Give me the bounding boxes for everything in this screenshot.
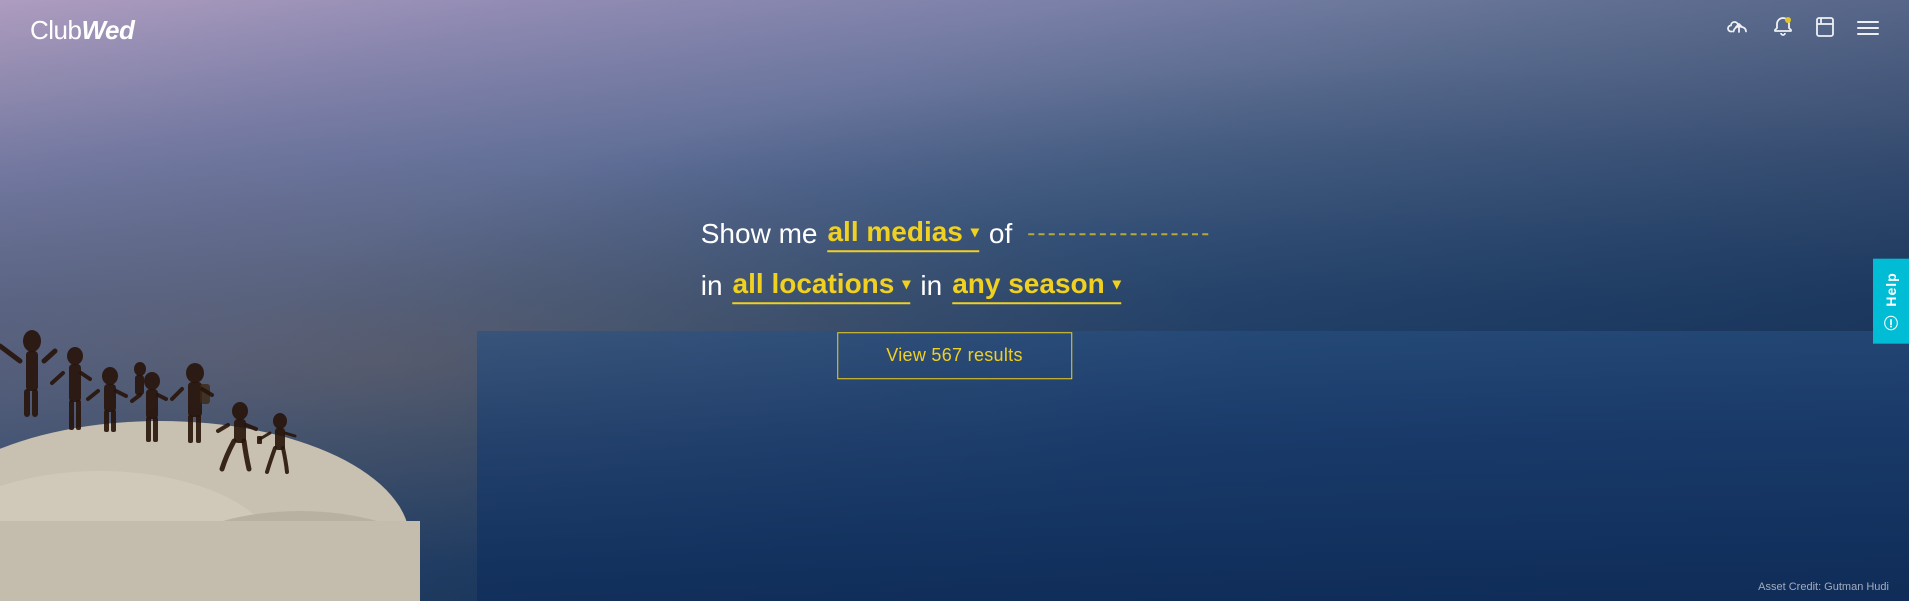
upload-icon[interactable] xyxy=(1727,17,1751,43)
location-chevron-icon: ▾ xyxy=(902,274,910,294)
menu-icon[interactable] xyxy=(1857,19,1879,42)
search-panel: Show me all medias ▾ of in all locations… xyxy=(701,216,1209,379)
media-chevron-icon: ▾ xyxy=(971,222,979,242)
season-dropdown[interactable]: any season ▾ xyxy=(952,268,1121,304)
in-text-1: in xyxy=(701,270,723,302)
asset-credit: Asset Credit: Gutman Hudi xyxy=(1758,581,1889,593)
location-dropdown[interactable]: all locations ▾ xyxy=(733,268,911,304)
help-icon: ⓘ xyxy=(1881,314,1901,329)
bell-icon[interactable] xyxy=(1773,16,1793,44)
in-text-2: in xyxy=(920,270,942,302)
view-results-button[interactable]: View 567 results xyxy=(837,332,1072,379)
help-label: Help xyxy=(1883,272,1899,306)
of-text: of xyxy=(989,218,1012,250)
help-tab[interactable]: ⓘ Help xyxy=(1873,258,1909,343)
show-me-text: Show me xyxy=(701,218,818,250)
keyword-input[interactable] xyxy=(1028,233,1208,235)
logo-wed: Wed xyxy=(81,15,134,45)
hero-section: ClubWed xyxy=(0,0,1909,601)
logo-club: Club xyxy=(30,15,81,45)
season-chevron-icon: ▾ xyxy=(1113,274,1121,294)
logo[interactable]: ClubWed xyxy=(30,15,134,46)
navbar: ClubWed xyxy=(0,0,1909,60)
location-dropdown-label: all locations xyxy=(733,268,895,300)
media-dropdown-label: all medias xyxy=(827,216,962,248)
search-line-1: Show me all medias ▾ of xyxy=(701,216,1209,252)
search-line-2: in all locations ▾ in any season ▾ xyxy=(701,268,1209,304)
media-dropdown[interactable]: all medias ▾ xyxy=(827,216,978,252)
scene-illustration xyxy=(0,121,420,601)
bookmark-icon[interactable] xyxy=(1815,16,1835,44)
nav-icons-group xyxy=(1727,16,1879,44)
season-dropdown-label: any season xyxy=(952,268,1105,300)
